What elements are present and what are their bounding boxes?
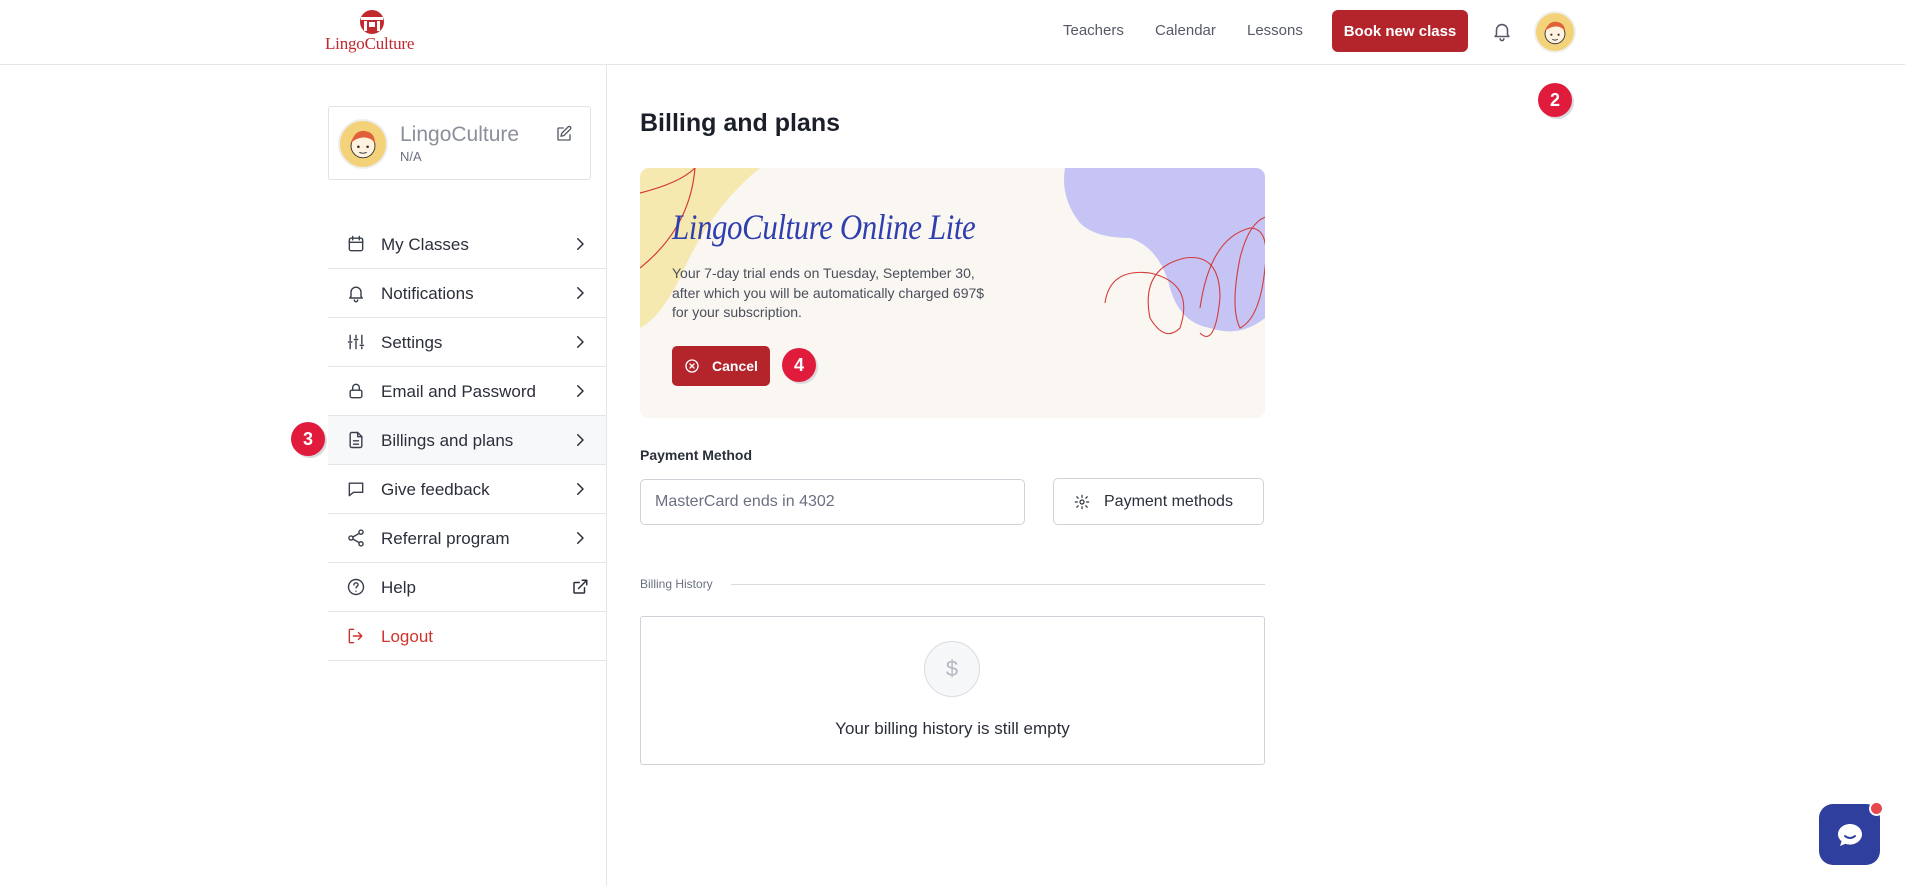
billing-history-label: Billing History — [640, 577, 713, 591]
bell-icon — [349, 286, 363, 303]
plan-description-line: Your 7-day trial ends on Tuesday, Septem… — [672, 265, 975, 281]
avatar-face-icon — [350, 130, 376, 159]
sidebar-divider — [606, 65, 607, 886]
step-marker-4: 4 — [782, 348, 816, 382]
sidebar-item-my-classes[interactable]: My Classes — [328, 220, 606, 269]
billing-history-empty-text: Your billing history is still empty — [835, 719, 1070, 738]
sidebar-item-label: Give feedback — [381, 480, 490, 499]
plan-name: LingoCulture Online Lite — [672, 207, 976, 247]
sidebar-item-label: Referral program — [381, 529, 510, 548]
payment-methods-button[interactable]: Payment methods — [1053, 478, 1264, 525]
calendar-icon — [348, 235, 364, 252]
sidebar-item-logout[interactable]: Logout — [328, 612, 606, 661]
chevron-right-icon — [577, 532, 584, 544]
sidebar-item-notifications[interactable]: Notifications — [328, 269, 606, 318]
payment-method-field[interactable] — [640, 479, 1025, 525]
close-circle-icon — [685, 359, 699, 373]
chat-icon — [1837, 823, 1862, 846]
book-new-class-button[interactable]: Book new class — [1332, 10, 1468, 52]
sidebar-item-give-feedback[interactable]: Give feedback — [328, 465, 606, 514]
payment-method-label: Payment Method — [640, 447, 753, 463]
chevron-right-icon — [577, 287, 584, 299]
payment-methods-label: Payment methods — [1104, 492, 1233, 510]
step-marker-3: 3 — [291, 422, 325, 456]
edit-icon[interactable] — [555, 125, 573, 143]
chevron-right-icon — [577, 385, 584, 397]
share-icon — [348, 529, 364, 547]
nav-teachers[interactable]: Teachers — [1063, 22, 1124, 39]
page-title: Billing and plans — [640, 109, 841, 137]
logo-mark-icon — [360, 10, 384, 34]
dollar-icon: $ — [924, 641, 980, 697]
sidebar-menu: My Classes Notifications Settings Email … — [328, 220, 606, 661]
profile-name: LingoCulture — [400, 123, 520, 146]
logo[interactable]: LingoCulture — [325, 8, 425, 54]
sidebar-item-label: Email and Password — [381, 382, 536, 401]
avatar-face-icon — [1544, 21, 1566, 45]
plan-description: Your 7-day trial ends on Tuesday, Septem… — [672, 264, 1032, 323]
sidebar-item-referral-program[interactable]: Referral program — [328, 514, 606, 563]
sidebar-item-label: Billings and plans — [381, 431, 514, 450]
chevron-right-icon — [577, 336, 584, 348]
cancel-subscription-button[interactable]: Cancel — [672, 346, 770, 386]
external-link-icon — [573, 579, 588, 594]
sidebar-item-label: Notifications — [381, 284, 474, 303]
nav-lessons[interactable]: Lessons — [1247, 22, 1303, 39]
profile-subtitle: N/A — [400, 149, 422, 164]
avatar[interactable] — [1534, 11, 1576, 53]
top-bar: LingoCulture Teachers Calendar Lessons B… — [0, 0, 1905, 65]
chevron-right-icon — [577, 434, 584, 446]
chat-bubble-icon — [348, 482, 364, 497]
cancel-label: Cancel — [712, 358, 758, 374]
logo-text: LingoCulture — [325, 34, 415, 53]
sidebar-item-label: Settings — [381, 333, 443, 352]
sidebar-item-help[interactable]: Help — [328, 563, 606, 612]
bell-icon[interactable] — [1491, 19, 1513, 43]
profile-card: LingoCulture N/A — [328, 106, 591, 180]
notification-dot — [1869, 801, 1884, 816]
billing-history-divider — [731, 584, 1265, 585]
gear-icon — [1074, 494, 1090, 509]
step-marker-2: 2 — [1538, 83, 1572, 117]
sidebar-item-billings-plans[interactable]: Billings and plans — [328, 416, 606, 465]
plan-card: LingoCulture Online Lite Your 7-day tria… — [640, 168, 1265, 418]
lock-icon — [349, 383, 363, 399]
sliders-icon — [347, 334, 365, 350]
nav-calendar[interactable]: Calendar — [1155, 22, 1216, 39]
sidebar-item-label: Help — [381, 578, 416, 597]
chevron-right-icon — [577, 483, 584, 495]
profile-avatar — [338, 119, 388, 169]
chevron-right-icon — [577, 238, 584, 250]
billing-history-panel: $ Your billing history is still empty — [640, 616, 1265, 765]
sidebar-item-label: Logout — [381, 627, 433, 646]
plan-description-line: after which you will be automatically ch… — [672, 284, 985, 301]
question-icon — [347, 578, 365, 596]
logout-icon — [348, 628, 363, 644]
sidebar-item-settings[interactable]: Settings — [328, 318, 606, 367]
plan-description-line: for your subscription. — [672, 304, 802, 320]
sidebar-item-label: My Classes — [381, 235, 469, 254]
sidebar-item-email-password[interactable]: Email and Password — [328, 367, 606, 416]
document-icon — [349, 431, 363, 449]
